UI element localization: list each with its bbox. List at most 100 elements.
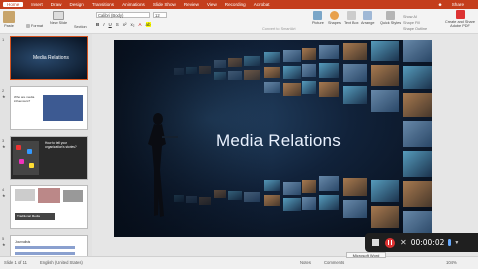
textbox-label: Text Box [344, 21, 359, 25]
paste-label: Paste [4, 24, 14, 28]
shapes-button[interactable]: Shapes [328, 11, 341, 25]
star-icon: ★ [2, 94, 6, 99]
pdf-icon [455, 10, 465, 19]
comments-button[interactable]: Comments [324, 260, 344, 265]
picture-button[interactable]: Picture [312, 11, 324, 25]
picture-icon [313, 11, 323, 20]
tab-animations[interactable]: Animations [122, 2, 145, 7]
textbox-icon [346, 11, 356, 20]
chevron-down-icon[interactable]: ▼ [454, 240, 459, 246]
thumbnail-line [15, 252, 75, 255]
font-format-group: B I U S x² x₂ A ab [96, 22, 151, 27]
clipboard-icon [3, 11, 15, 23]
tab-slide-show[interactable]: Slide Show [153, 2, 176, 7]
pause-icon[interactable] [385, 237, 395, 248]
ribbon: Paste Format New Slide Section Calibri (… [0, 9, 478, 34]
arrange-icon [363, 11, 373, 20]
thumbnail-slide-3[interactable]: How to tell your organization's stories? [10, 136, 88, 180]
slide-counter: Slide 1 of 11 [4, 260, 27, 265]
superscript-icon[interactable]: x² [123, 22, 127, 27]
arrange-label: Arrange [361, 21, 375, 25]
thumbnail-title: How to tell your organization's stories? [45, 141, 77, 149]
share-label: Share [451, 2, 464, 7]
create-pdf-button[interactable]: Create and Share Adobe PDF [445, 10, 475, 28]
recording-timer: 00:00:02 [410, 238, 445, 247]
thumbnail-slide-1[interactable]: Media Relations [10, 36, 88, 80]
shapes-icon [329, 11, 339, 20]
font-name-select[interactable]: Calibri (Body) [96, 12, 150, 18]
share-button[interactable]: ☻ Share [430, 2, 464, 7]
status-bar: Slide 1 of 11 English (United States) No… [0, 256, 478, 269]
thumbnail-title: Traditional Media [15, 213, 55, 220]
star-icon: ★ [2, 144, 6, 149]
slide-title-text[interactable]: Media Relations [216, 131, 341, 151]
arrange-button[interactable]: Arrange [361, 11, 375, 25]
tab-draw[interactable]: Draw [51, 2, 62, 7]
shapes-label: Shapes [328, 21, 341, 25]
ribbon-tab-bar: Home Insert Draw Design Transitions Anim… [0, 0, 478, 9]
shape-outline-label[interactable]: Shape Outline [403, 27, 427, 31]
italic-icon[interactable]: I [103, 22, 104, 27]
bold-icon[interactable]: B [96, 22, 99, 27]
picture-label: Picture [312, 21, 324, 25]
tab-acrobat[interactable]: Acrobat [254, 2, 270, 7]
language-indicator[interactable]: English (United States) [40, 260, 83, 265]
slide-number-5: 5 [2, 236, 5, 241]
thumbnail-slide-5[interactable]: Journalists [10, 235, 88, 256]
tab-transitions[interactable]: Transitions [92, 2, 114, 7]
close-icon[interactable]: ✕ [400, 238, 407, 247]
person-icon: ☻ [437, 2, 444, 7]
underline-icon[interactable]: U [109, 22, 112, 27]
thumbnail-slide-2[interactable]: Who are media influencers? [10, 86, 88, 130]
section-label: Section [74, 25, 87, 29]
slide-number-4: 4 [2, 187, 5, 192]
font-color-icon[interactable]: A [139, 22, 142, 27]
quick-styles-label: Quick Styles [380, 21, 402, 25]
slide-thumbnail-panel: 1 Media Relations 2 ★ Who are media infl… [0, 34, 92, 256]
stop-icon[interactable] [372, 239, 379, 246]
thumbnail-image [13, 141, 39, 175]
thumbnail-title: Journalists [15, 240, 31, 244]
microphone-icon[interactable] [448, 239, 452, 246]
format-label: Format [31, 24, 44, 28]
notes-button[interactable]: Notes [300, 260, 311, 265]
thumbnail-image [38, 188, 60, 203]
tab-review[interactable]: Review [184, 2, 199, 7]
slide-number-3: 3 [2, 138, 5, 143]
paste-button[interactable]: Paste [3, 11, 15, 28]
new-slide-button[interactable]: New Slide [50, 11, 67, 25]
create-pdf-label: Create and Share Adobe PDF [445, 20, 475, 28]
strikethrough-icon[interactable]: S [116, 22, 119, 27]
tab-insert[interactable]: Insert [31, 2, 43, 7]
show-ai-label[interactable]: Show AI [403, 15, 417, 19]
quick-styles-icon [386, 11, 396, 20]
thumbnail-title: Who are media influencers? [14, 95, 35, 103]
brush-icon [26, 24, 30, 28]
tab-home[interactable]: Home [3, 2, 24, 7]
thumbnail-image [43, 95, 83, 121]
font-size-select[interactable]: 12 [153, 12, 167, 18]
section-button[interactable]: Section [74, 25, 87, 29]
subscript-icon[interactable]: x₂ [131, 22, 135, 27]
tab-view[interactable]: View [207, 2, 217, 7]
format-painter-button[interactable]: Format [26, 24, 43, 28]
thumbnail-line [15, 246, 75, 249]
quick-styles-button[interactable]: Quick Styles [380, 11, 401, 25]
tab-recording[interactable]: Recording [225, 2, 246, 7]
textbox-button[interactable]: Text Box [344, 11, 359, 25]
convert-smartart-label[interactable]: Convert to SmartArt [262, 27, 296, 31]
zoom-level[interactable]: 104% [446, 260, 457, 265]
slide-icon [53, 11, 65, 20]
slide-number-2: 2 [2, 88, 5, 93]
thumbnail-image [63, 190, 83, 202]
star-icon: ★ [2, 193, 6, 198]
tooltip: Microsoft Word [346, 252, 386, 258]
tab-design[interactable]: Design [70, 2, 84, 7]
star-icon: ★ [2, 242, 6, 247]
new-slide-label: New Slide [50, 21, 68, 25]
highlight-icon[interactable]: ab [145, 22, 151, 27]
thumbnail-slide-4[interactable]: Traditional Media [10, 185, 88, 229]
thumbnail-title: Media Relations [33, 55, 69, 61]
screen-recording-controls: ✕ 00:00:02 ▼ [365, 233, 478, 252]
shape-fill-label[interactable]: Shape Fill [403, 21, 420, 25]
